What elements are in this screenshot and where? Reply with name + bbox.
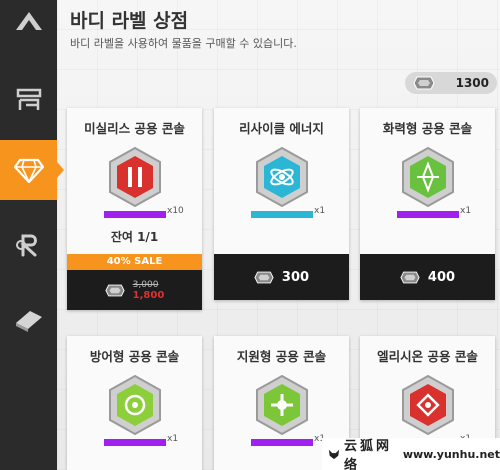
rarity-bar [397,211,459,218]
item-quantity: x1 [314,206,326,216]
sidebar-item-r[interactable] [0,215,57,275]
item-name: 방어형 공용 콘솔 [89,349,180,364]
item-name: 지원형 공용 콘솔 [236,349,327,364]
defense-chip-icon [109,374,161,436]
console-chip-icon [109,146,161,208]
sidebar-item-shop[interactable] [0,140,64,200]
item-quantity: x10 [167,206,184,216]
watermark-url: www.yunhu.net [402,447,500,461]
item-name: 엘리시온 공용 콘솔 [377,349,478,364]
sale-price: 1,800 [132,289,165,301]
firepower-chip-icon [402,146,454,208]
crystal-chip-icon [105,284,125,296]
sale-badge: 40% SALE [67,254,202,270]
shop-item-card[interactable]: 방어형 공용 콘솔 x1 [67,336,202,470]
item-name: 미실리스 공용 콘솔 [84,121,185,136]
shop-item-card[interactable]: 화력형 공용 콘솔 x1 400 [360,108,495,300]
crystal-chip-icon [254,271,274,283]
shop-item-card[interactable]: 리사이클 에너지 x1 300 [214,108,349,300]
block-icon [15,311,42,332]
price-button[interactable]: 3,000 1,800 [67,270,202,310]
fox-logo-icon [328,449,340,460]
sidebar-item-shelf[interactable] [0,70,57,130]
energy-chip-icon [256,146,308,208]
price-button[interactable]: 400 [360,254,495,300]
price-button[interactable]: 300 [214,254,349,300]
remaining-count: 잔여 1/1 [110,230,159,244]
item-price: 300 [281,269,310,285]
currency-display: 1300 [405,72,497,94]
rarity-bar [251,211,313,218]
shop-item-card[interactable]: 미실리스 공용 콘솔 x10 잔여 1/1 40% SALE 3,000 1,8… [67,108,202,310]
original-price: 3,000 [132,279,159,290]
diamond-icon [13,158,44,183]
sidebar-item-camp[interactable] [0,0,57,40]
item-price: 400 [427,269,456,285]
sidebar [0,0,64,470]
rarity-bar [104,439,166,446]
rarity-bar [251,439,313,446]
item-quantity: x1 [460,206,472,216]
camp-icon [15,12,42,30]
elysion-chip-icon [402,374,454,436]
page-title: 바디 라벨 상점 [70,10,189,32]
crystal-chip-icon [413,76,435,90]
page-subtitle: 바디 라벨을 사용하여 물품을 구매할 수 있습니다. [70,37,297,50]
crystal-chip-icon [400,271,420,283]
item-name: 화력형 공용 콘솔 [382,121,473,136]
currency-value: 1300 [455,76,489,90]
watermark: 云狐网络 www.yunhu.net [322,438,500,470]
item-quantity: x1 [167,434,179,444]
item-name: 리사이클 에너지 [239,121,324,136]
r-logo-icon [15,234,37,257]
watermark-cn-text: 云狐网络 [343,439,392,470]
support-chip-icon [256,374,308,436]
sidebar-item-block[interactable] [0,290,57,350]
rarity-bar [104,211,166,218]
shelf-icon [16,88,41,110]
